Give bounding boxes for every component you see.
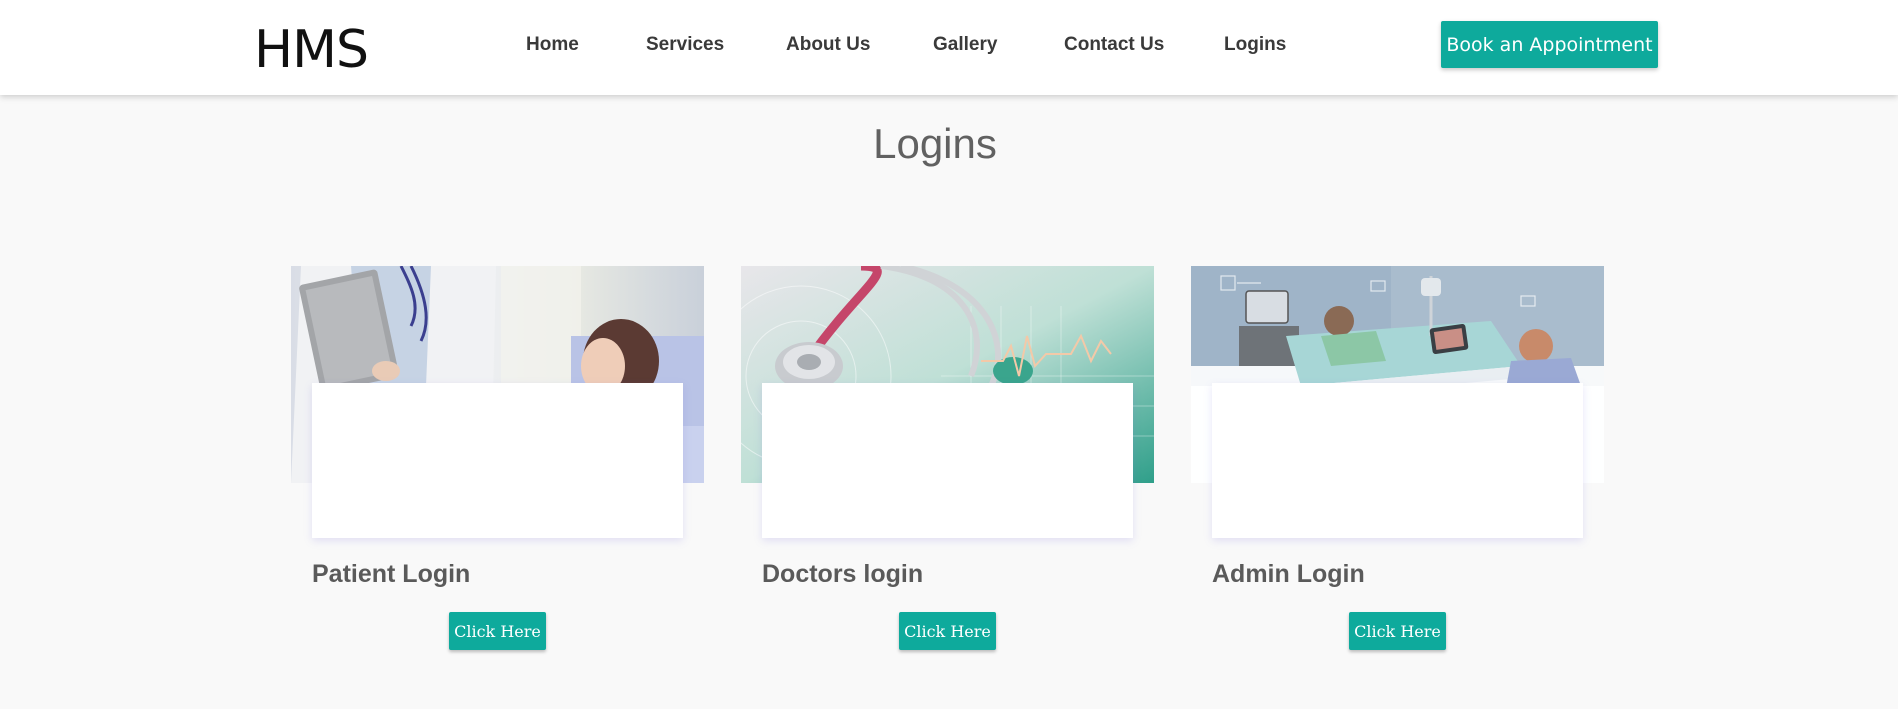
nav-contact-us[interactable]: Contact Us	[1064, 34, 1164, 56]
admin-login-panel	[1212, 383, 1583, 538]
patient-login-panel	[312, 383, 683, 538]
nav-about-us[interactable]: About Us	[786, 34, 870, 56]
doctors-login-title: Doctors login	[762, 560, 924, 588]
nav-services[interactable]: Services	[646, 34, 724, 56]
patient-login-button[interactable]: Click Here	[449, 612, 546, 650]
nav-logins[interactable]: Logins	[1224, 34, 1286, 56]
patient-login-card: Patient Login Click Here	[291, 266, 704, 650]
admin-login-title: Admin Login	[1212, 560, 1365, 588]
book-appointment-button[interactable]: Book an Appointment	[1441, 21, 1658, 68]
page-title: Logins	[873, 120, 997, 167]
admin-login-button[interactable]: Click Here	[1349, 612, 1446, 650]
nav-home[interactable]: Home	[526, 34, 579, 56]
doctors-login-panel	[762, 383, 1133, 538]
site-header: HMS Home Services About Us Gallery Conta…	[0, 0, 1898, 95]
doctors-login-card: Doctors login Click Here	[741, 266, 1154, 650]
nav-gallery[interactable]: Gallery	[933, 34, 997, 56]
site-logo[interactable]: HMS	[254, 20, 369, 80]
patient-login-title: Patient Login	[312, 560, 471, 588]
doctors-login-button[interactable]: Click Here	[899, 612, 996, 650]
admin-login-card: Admin Login Click Here	[1191, 266, 1604, 650]
